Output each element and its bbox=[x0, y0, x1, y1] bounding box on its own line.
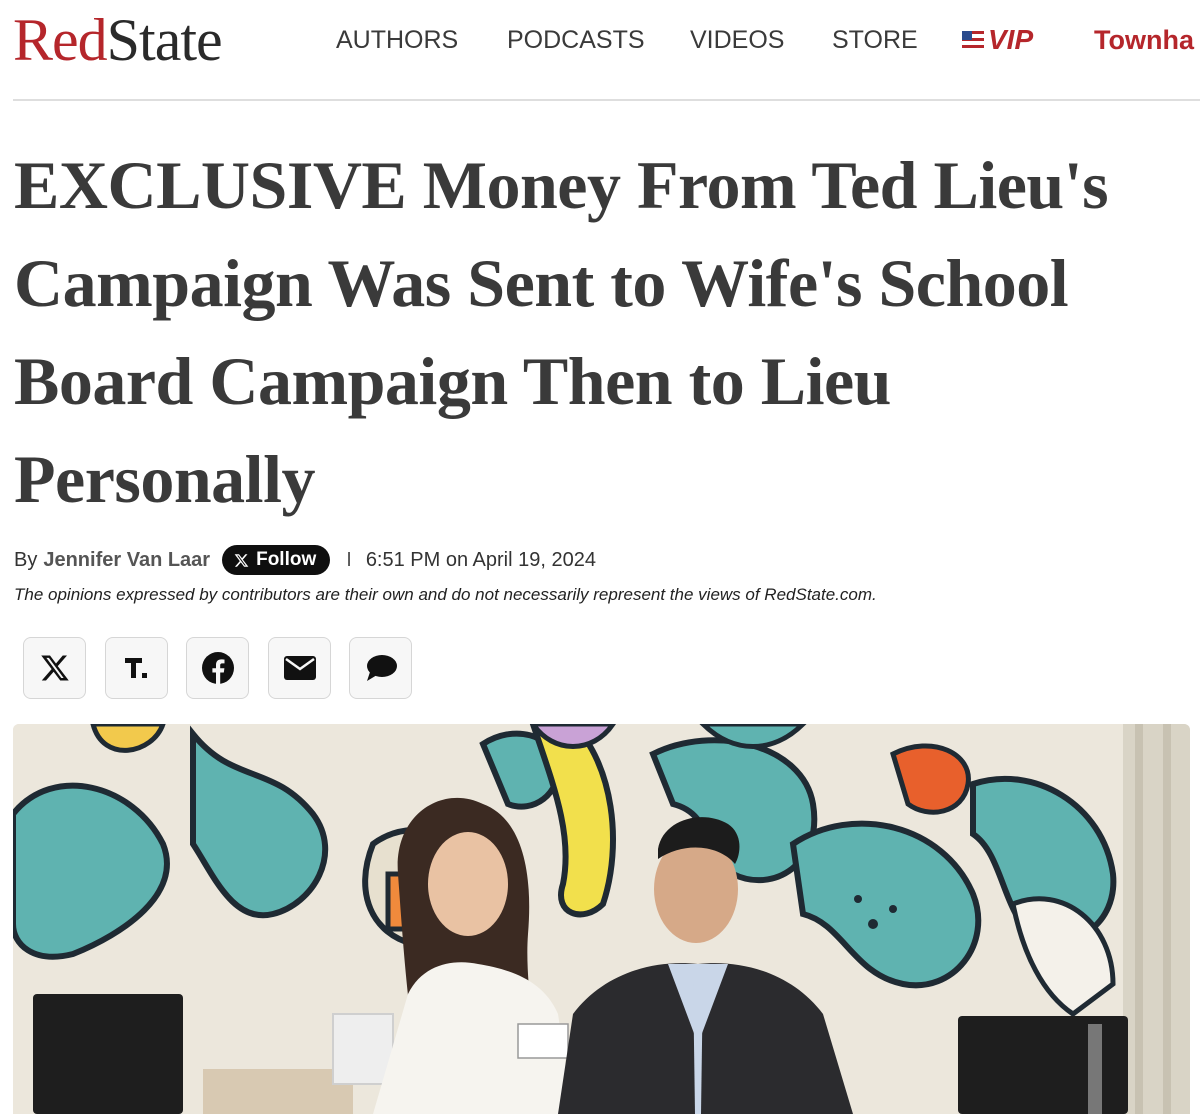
nav-vip-label: VIP bbox=[988, 24, 1034, 55]
share-townhall-button[interactable] bbox=[105, 637, 168, 699]
share-comment-button[interactable] bbox=[349, 637, 412, 699]
byline: By Jennifer Van Laar Follow I 6:51 PM on… bbox=[14, 545, 596, 575]
article-headline: EXCLUSIVE Money From Ted Lieu's Campaign… bbox=[14, 147, 1109, 517]
nav-videos[interactable]: VIDEOS bbox=[690, 22, 784, 58]
nav-podcasts[interactable]: PODCASTS bbox=[507, 22, 645, 58]
site-header: RedState AUTHORS PODCASTS VIDEOS STORE V… bbox=[0, 0, 1200, 101]
hero-image bbox=[13, 724, 1190, 1114]
x-follow-button[interactable]: Follow bbox=[222, 545, 331, 575]
facebook-icon bbox=[201, 652, 234, 684]
header-divider bbox=[13, 99, 1200, 101]
email-icon bbox=[283, 656, 316, 680]
nav-store[interactable]: STORE bbox=[832, 22, 918, 58]
hero-photo bbox=[13, 724, 1190, 1114]
flag-icon bbox=[962, 31, 984, 49]
share-x-button[interactable] bbox=[23, 637, 86, 699]
nav-townhall[interactable]: Townha bbox=[1094, 22, 1194, 58]
byline-prefix: By bbox=[14, 548, 38, 571]
townhall-icon bbox=[124, 658, 147, 678]
opinion-disclaimer: The opinions expressed by contributors a… bbox=[14, 585, 877, 604]
author-link[interactable]: Jennifer Van Laar bbox=[43, 549, 210, 572]
share-facebook-button[interactable] bbox=[186, 637, 249, 699]
publish-timestamp: 6:51 PM on April 19, 2024 bbox=[365, 548, 596, 571]
share-email-button[interactable] bbox=[268, 637, 331, 699]
nav-vip[interactable]: VIP bbox=[962, 22, 1033, 58]
byline-separator: I bbox=[346, 548, 352, 571]
main-nav: AUTHORS PODCASTS VIDEOS STORE VIP Townha bbox=[0, 22, 1200, 58]
x-icon bbox=[234, 553, 249, 567]
x-icon bbox=[40, 655, 69, 681]
comment-icon bbox=[366, 655, 397, 681]
nav-authors[interactable]: AUTHORS bbox=[336, 22, 458, 58]
follow-label: Follow bbox=[256, 549, 317, 570]
